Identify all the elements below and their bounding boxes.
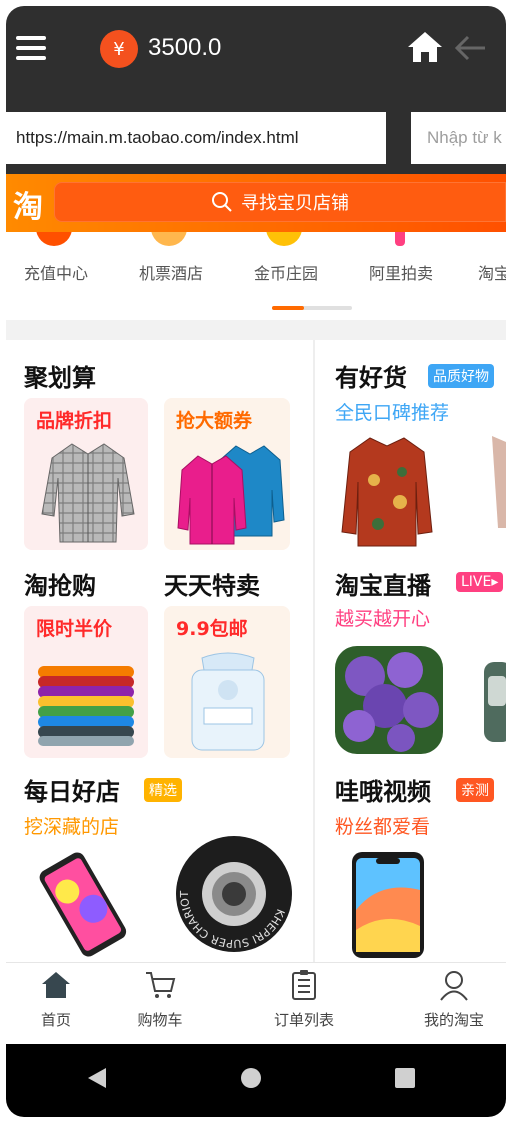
section-title-juhuasuan[interactable]: 聚划算	[24, 358, 96, 393]
auction-icon	[395, 232, 405, 246]
nav-my-taobao[interactable]: 我的淘宝	[404, 963, 504, 1045]
page-indicator	[272, 306, 352, 310]
purple-flowers-image[interactable]	[335, 646, 443, 754]
card-big-coupon[interactable]: 抢大额券	[164, 398, 290, 550]
skateboard-bearing-image[interactable]: KHEPRI SUPER CHARIOT	[174, 834, 294, 954]
quality-tag: 品质好物	[428, 364, 494, 388]
user-icon	[440, 971, 468, 1001]
phone-screen: ¥ 3500.0 淘 寻找宝贝店铺 充值中心 机票酒店	[6, 6, 506, 1117]
url-input[interactable]	[6, 112, 386, 164]
back-arrow-icon[interactable]	[454, 34, 488, 62]
category-label: 充值中心	[23, 264, 88, 283]
nav-label: 订单列表	[273, 1011, 334, 1029]
section-title-video[interactable]: 哇哦视频	[335, 772, 431, 807]
nav-label: 首页	[40, 1011, 71, 1029]
system-home-icon[interactable]	[240, 1066, 262, 1090]
url-bar	[6, 104, 506, 174]
nav-label: 购物车	[137, 1011, 183, 1029]
nav-cart[interactable]: 购物车	[110, 963, 210, 1045]
partial-product-image	[492, 436, 506, 528]
cart-icon	[146, 972, 176, 998]
flight-icon	[151, 232, 187, 246]
balance-value: 3500.0	[148, 34, 222, 61]
column-divider	[313, 340, 315, 962]
nav-orders[interactable]: 订单列表	[254, 963, 354, 1045]
section-subtitle: 全民口碑推荐	[335, 402, 450, 424]
category-flights-hotels[interactable]: 机票酒店	[121, 232, 221, 320]
smartphone-image[interactable]	[32, 852, 132, 958]
bottom-navigation: 首页 购物车 订单列表 我的淘宝	[6, 962, 506, 1044]
app-bar: ¥ 3500.0	[6, 6, 506, 104]
featured-tag: 精选	[144, 778, 182, 802]
taobao-logo[interactable]: 淘	[6, 182, 50, 226]
iphone-image[interactable]	[350, 850, 426, 960]
card-brand-discount[interactable]: 品牌折扣	[24, 398, 148, 550]
category-label: 阿里拍卖	[368, 264, 433, 283]
category-taobao[interactable]: 淘宝	[466, 232, 506, 320]
system-navigation-bar	[6, 1044, 506, 1117]
home-icon[interactable]	[406, 30, 444, 64]
rice-cooker-image	[484, 662, 506, 742]
coin-icon: ¥	[100, 30, 138, 68]
category-label: 机票酒店	[138, 264, 203, 283]
tested-tag: 亲测	[456, 778, 494, 802]
card-caption: 抢大额券	[176, 410, 253, 432]
card-free-shipping[interactable]: 9.9包邮	[164, 606, 290, 758]
section-title-youhaohuo[interactable]: 有好货	[335, 358, 407, 393]
taobao-header: 淘 寻找宝贝店铺	[6, 174, 506, 232]
gold-coin-icon	[266, 232, 302, 246]
system-back-icon[interactable]	[86, 1066, 108, 1090]
nav-label: 我的淘宝	[423, 1011, 484, 1029]
category-auction[interactable]: 阿里拍卖	[351, 232, 451, 320]
search-label: 寻找宝贝店铺	[241, 193, 349, 214]
magnetic-balls-image	[38, 666, 134, 746]
nav-home[interactable]: 首页	[6, 963, 106, 1045]
cotton-towel-pack-image	[191, 652, 265, 751]
search-icon	[211, 191, 233, 213]
section-title-live[interactable]: 淘宝直播	[335, 566, 431, 601]
plaid-jacket-image	[41, 443, 135, 543]
category-recharge[interactable]: 充值中心	[6, 232, 106, 320]
fleece-jackets-image	[177, 445, 285, 545]
category-label: 淘宝	[478, 264, 506, 283]
section-gap	[6, 320, 506, 340]
card-caption: 限时半价	[36, 618, 113, 640]
card-caption: 品牌折扣	[36, 410, 113, 432]
card-half-price[interactable]: 限时半价	[24, 606, 148, 758]
recharge-icon	[36, 232, 72, 246]
category-label: 金币庄园	[253, 264, 318, 283]
section-title-meirihaodian[interactable]: 每日好店	[24, 772, 120, 807]
section-title-tiantiantemai[interactable]: 天天特卖	[164, 566, 260, 601]
system-recents-icon[interactable]	[394, 1066, 416, 1090]
category-strip: 充值中心 机票酒店 金币庄园 阿里拍卖 淘宝	[6, 232, 506, 320]
menu-icon[interactable]	[16, 36, 46, 60]
section-subtitle: 挖深藏的店	[24, 816, 120, 838]
section-title-taoqianggou[interactable]: 淘抢购	[24, 566, 96, 601]
search-box[interactable]: 寻找宝贝店铺	[54, 182, 506, 222]
card-caption: 9.9包邮	[176, 618, 248, 640]
embroidered-coat-image[interactable]	[332, 432, 442, 552]
home-icon	[42, 972, 70, 998]
section-subtitle: 越买越开心	[335, 608, 431, 630]
secondary-input[interactable]	[411, 112, 506, 164]
live-tag-label: LIVE	[461, 574, 492, 590]
content-grid: 聚划算 品牌折扣 抢大额券 有好货 品质好物 全民口碑推荐 淘抢购 限时半价 天…	[6, 340, 506, 962]
section-subtitle: 粉丝都爱看	[335, 816, 431, 838]
order-list-icon	[292, 970, 316, 1000]
live-tag: LIVE▸	[456, 572, 504, 592]
